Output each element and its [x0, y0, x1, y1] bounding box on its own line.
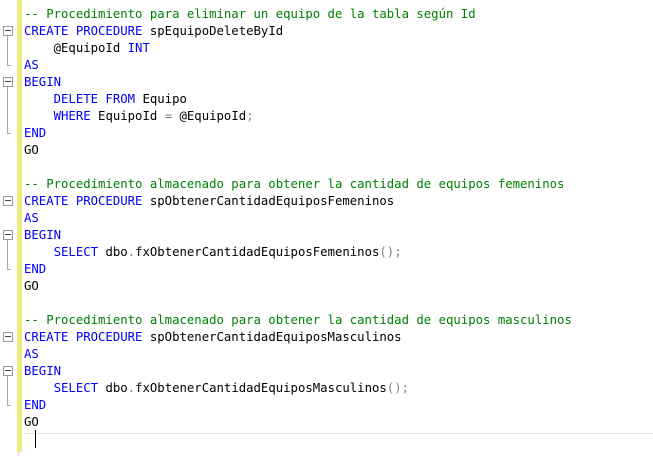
- code-token: CREATE PROCEDURE: [24, 24, 143, 38]
- outline-guide-end: [7, 269, 11, 270]
- code-token: -- Procedimiento almacenado para obtener…: [24, 177, 565, 191]
- code-token: -- Procedimiento para eliminar un equipo…: [24, 7, 476, 21]
- code-line[interactable]: BEGIN: [24, 363, 61, 379]
- code-token: spObtenerCantidadEquiposMasculinos: [142, 330, 402, 344]
- code-line[interactable]: END: [24, 125, 46, 141]
- change-tracking-bar: [17, 0, 22, 452]
- code-token: CREATE PROCEDURE: [24, 330, 143, 344]
- code-token: spEquipoDeleteById: [142, 24, 284, 38]
- outline-guide-end: [7, 133, 11, 134]
- collapse-icon[interactable]: [3, 230, 13, 240]
- code-token: END: [24, 126, 47, 140]
- code-token: CREATE PROCEDURE: [24, 194, 143, 208]
- code-token: BEGIN: [24, 364, 62, 378]
- code-token: GO: [24, 143, 39, 157]
- code-token: AS: [24, 58, 39, 72]
- code-line[interactable]: -- Procedimiento almacenado para obtener…: [24, 176, 564, 192]
- code-line[interactable]: SELECT dbo.fxObtenerCantidadEquiposFemen…: [24, 244, 402, 260]
- collapse-icon[interactable]: [3, 366, 13, 376]
- outline-guide: [7, 87, 8, 133]
- code-token: spObtenerCantidadEquiposFemeninos: [142, 194, 395, 208]
- code-token: .: [127, 245, 136, 259]
- code-line[interactable]: GO: [24, 142, 39, 158]
- code-line[interactable]: @EquipoId INT: [24, 40, 150, 56]
- code-token: =: [164, 109, 173, 123]
- outline-guide: [7, 376, 8, 405]
- code-token: EquipoId: [90, 109, 165, 123]
- code-token: AS: [24, 211, 39, 225]
- code-token: AS: [24, 347, 39, 361]
- code-token: SELECT: [24, 381, 99, 395]
- code-token: BEGIN: [24, 75, 62, 89]
- code-token: ();: [386, 381, 410, 395]
- code-area[interactable]: -- Procedimiento para eliminar un equipo…: [24, 6, 653, 446]
- code-token: DELETE FROM: [24, 92, 136, 106]
- code-line[interactable]: AS: [24, 57, 39, 73]
- code-token: -- Procedimiento almacenado para obtener…: [24, 313, 572, 327]
- code-line[interactable]: AS: [24, 346, 39, 362]
- code-token: .: [127, 381, 136, 395]
- outline-guide: [7, 240, 8, 269]
- code-token: WHERE: [24, 109, 91, 123]
- code-line[interactable]: CREATE PROCEDURE spObtenerCantidadEquipo…: [24, 193, 394, 209]
- code-line[interactable]: CREATE PROCEDURE spEquipoDeleteById: [24, 23, 283, 39]
- code-line[interactable]: DELETE FROM Equipo: [24, 91, 187, 107]
- code-line[interactable]: -- Procedimiento almacenado para obtener…: [24, 312, 572, 328]
- code-line[interactable]: GO: [24, 414, 39, 430]
- sql-code-editor[interactable]: -- Procedimiento para eliminar un equipo…: [0, 0, 653, 456]
- code-token: fxObtenerCantidadEquiposFemeninos: [135, 245, 380, 259]
- code-token: dbo: [98, 381, 128, 395]
- outline-guide-end: [7, 65, 11, 66]
- code-token: BEGIN: [24, 228, 62, 242]
- code-line[interactable]: END: [24, 261, 46, 277]
- code-line[interactable]: -- Procedimiento para eliminar un equipo…: [24, 6, 476, 22]
- code-line[interactable]: WHERE EquipoId = @EquipoId;: [24, 108, 254, 124]
- code-token: END: [24, 262, 47, 276]
- code-token: INT: [127, 41, 150, 55]
- code-token: ();: [379, 245, 402, 259]
- code-line[interactable]: AS: [24, 210, 39, 226]
- collapse-icon[interactable]: [3, 26, 13, 36]
- outline-guide-end: [7, 405, 11, 406]
- code-token: fxObtenerCantidadEquiposMasculinos: [135, 381, 387, 395]
- collapse-icon[interactable]: [3, 196, 13, 206]
- code-token: GO: [24, 415, 39, 429]
- code-token: GO: [24, 279, 39, 293]
- code-token: dbo: [98, 245, 128, 259]
- code-line[interactable]: SELECT dbo.fxObtenerCantidadEquiposMascu…: [24, 380, 409, 396]
- code-token: Equipo: [135, 92, 187, 106]
- outline-guide: [7, 36, 8, 65]
- code-token: ;: [246, 109, 254, 123]
- code-token: SELECT: [24, 245, 99, 259]
- code-token: @EquipoId: [24, 41, 128, 55]
- code-token: END: [24, 398, 47, 412]
- code-line[interactable]: BEGIN: [24, 227, 61, 243]
- code-line[interactable]: END: [24, 397, 46, 413]
- code-line[interactable]: GO: [24, 278, 39, 294]
- code-line[interactable]: CREATE PROCEDURE spObtenerCantidadEquipo…: [24, 329, 402, 345]
- code-line[interactable]: BEGIN: [24, 74, 61, 90]
- text-cursor: [35, 430, 36, 448]
- collapse-icon[interactable]: [3, 77, 13, 87]
- collapse-icon[interactable]: [3, 332, 13, 342]
- code-token: @EquipoId: [172, 109, 247, 123]
